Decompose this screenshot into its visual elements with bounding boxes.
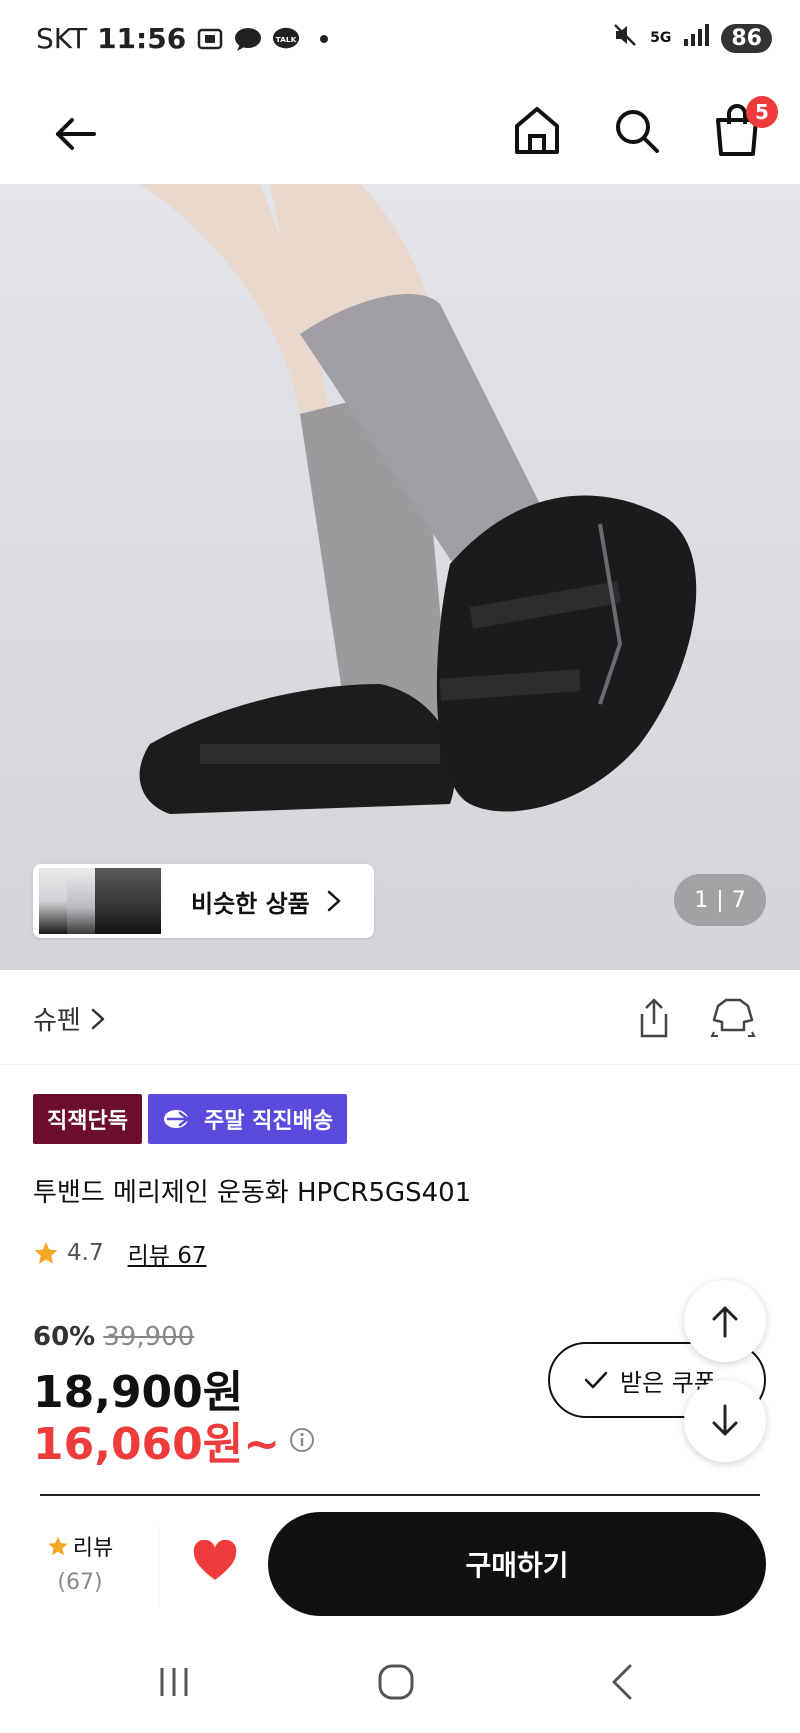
dot-icon: [310, 25, 338, 53]
screen-record-icon: [196, 25, 224, 53]
mute-icon: [612, 22, 638, 54]
check-icon: [584, 1371, 608, 1389]
chevron-right-icon: [327, 890, 341, 912]
scroll-top-button[interactable]: [684, 1280, 766, 1362]
fitting-icon: [710, 998, 756, 1037]
sale-price: 16,060원~: [33, 1419, 281, 1470]
search-icon: [616, 110, 659, 153]
rating-value: 4.7: [67, 1240, 104, 1266]
chat-bubble-icon: [234, 25, 262, 53]
star-icon: [48, 1536, 68, 1556]
status-right: 5G 86: [612, 22, 772, 54]
system-home-button[interactable]: [376, 1662, 416, 1702]
product-badges: 직잭단독 주말 직진배송: [33, 1094, 348, 1144]
info-icon[interactable]: [288, 1426, 316, 1454]
page-current: 1: [694, 887, 709, 913]
image-page-indicator: 1 | 7: [674, 874, 766, 926]
star-icon: [34, 1242, 58, 1264]
arrow-up-icon: [712, 1306, 738, 1338]
page-separator: |: [716, 887, 724, 913]
page-total: 7: [731, 887, 746, 913]
rating-row: 4.7 리뷰 67: [33, 1236, 206, 1270]
similar-thumbnail: [67, 868, 95, 934]
review-link[interactable]: 리뷰 67: [128, 1236, 207, 1270]
original-price: 39,900: [103, 1322, 195, 1352]
vertical-divider: [158, 1526, 159, 1606]
review-summary-count: (67): [57, 1570, 103, 1595]
status-left: SKT 11:56 TALK: [36, 22, 338, 55]
back-button[interactable]: [50, 108, 102, 160]
back-arrow-icon: [56, 118, 96, 150]
clock: 11:56: [97, 22, 187, 55]
home-button[interactable]: [512, 104, 562, 158]
discount-row: 60% 39,900: [33, 1322, 194, 1352]
product-title: 투밴드 메리제인 운동화 HPCR5GS401: [33, 1178, 472, 1208]
exclusive-badge-label: 직잭단독: [47, 1109, 128, 1134]
similar-thumbnail: [95, 868, 161, 934]
scroll-down-button[interactable]: [684, 1380, 766, 1462]
back-chevron-icon: [612, 1664, 632, 1700]
review-summary-label: 리뷰: [72, 1536, 114, 1561]
review-summary-top: 리뷰: [40, 1530, 120, 1562]
weekend-delivery-label: 주말 직진배송: [203, 1109, 334, 1134]
exclusive-badge: 직잭단독: [33, 1094, 142, 1144]
like-button[interactable]: [192, 1539, 238, 1582]
status-bar: SKT 11:56 TALK 5G 86: [0, 0, 800, 84]
share-icon: [640, 998, 668, 1038]
recent-apps-button[interactable]: [154, 1662, 194, 1702]
top-header: 5: [0, 84, 800, 184]
review-summary-button[interactable]: 리뷰 (67): [40, 1530, 120, 1595]
delivery-arrow-icon: [163, 1110, 191, 1128]
brand-row: 슈펜: [0, 970, 800, 1065]
recent-apps-icon: [160, 1668, 188, 1696]
search-button[interactable]: [612, 106, 662, 156]
sale-price-row: 16,060원~: [33, 1408, 316, 1472]
home-circle-icon: [378, 1664, 414, 1700]
cart-button[interactable]: 5: [712, 96, 778, 158]
share-button[interactable]: [634, 996, 674, 1040]
chevron-right-icon: [91, 1008, 105, 1029]
system-back-button[interactable]: [602, 1662, 642, 1702]
discount-rate: 60%: [33, 1322, 96, 1352]
bottom-action-bar: 리뷰 (67) 구매하기: [0, 1496, 800, 1626]
similar-products-label: 비슷한 상품: [191, 889, 310, 918]
brand-name: 슈펜: [33, 1006, 81, 1036]
cart-count-badge: 5: [746, 96, 778, 128]
carrier-label: SKT: [36, 22, 88, 55]
similar-thumbnail: [39, 868, 67, 934]
battery-indicator: 86: [721, 23, 772, 53]
product-image-carousel[interactable]: 비슷한 상품 1 | 7: [0, 184, 800, 970]
heart-icon: [193, 1539, 237, 1580]
similar-thumbnails: [39, 868, 161, 934]
svg-text:TALK: TALK: [276, 34, 297, 43]
brand-link[interactable]: 슈펜: [33, 1000, 105, 1037]
similar-products-button[interactable]: 비슷한 상품: [33, 864, 374, 938]
weekend-delivery-badge: 주말 직진배송: [147, 1094, 348, 1144]
system-nav-bar: [0, 1626, 800, 1733]
product-photo: [139, 184, 697, 814]
signal-icon: [683, 23, 710, 53]
talk-icon: TALK: [272, 25, 300, 53]
home-icon: [515, 107, 559, 154]
fitting-button[interactable]: [710, 996, 756, 1040]
network-label: 5G: [650, 30, 672, 46]
buy-button[interactable]: 구매하기: [268, 1512, 766, 1616]
arrow-down-icon: [712, 1404, 738, 1436]
